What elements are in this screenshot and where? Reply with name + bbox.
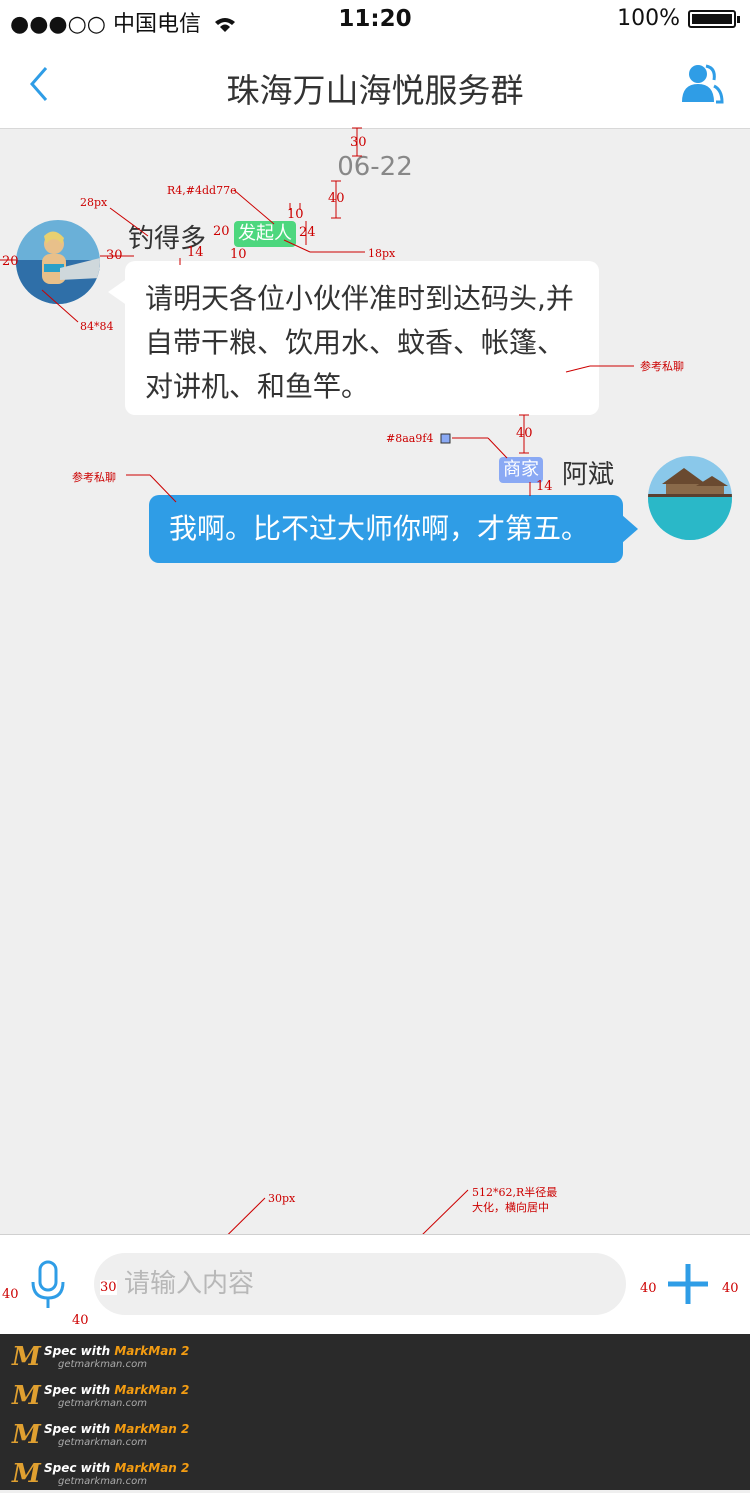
spec-label: 84*84 xyxy=(80,320,114,333)
spec-label: 18px xyxy=(368,247,396,260)
spec-label: 40 xyxy=(2,1287,19,1302)
spec-label: #8aa9f4 xyxy=(386,432,434,445)
markman-logo-icon: M xyxy=(12,1420,41,1450)
plus-icon[interactable] xyxy=(666,1262,710,1306)
spec-label: 20 xyxy=(213,224,230,239)
markman-watermark-strip: M Spec with MarkMan 2 getmarkman.com M S… xyxy=(0,1334,750,1490)
markman-logo-icon: M xyxy=(12,1342,41,1372)
spec-label: 30 xyxy=(106,248,123,263)
spec-label: 参考私聊 xyxy=(640,360,684,373)
spec-label: 24 xyxy=(299,225,316,240)
spec-label: 40 xyxy=(640,1281,657,1296)
message-input[interactable] xyxy=(94,1253,626,1315)
spec-label: R4,#4dd77e xyxy=(167,184,237,197)
markman-logo-icon: M xyxy=(12,1381,41,1411)
spec-label: 40 xyxy=(328,191,345,206)
spec-label: 28px xyxy=(80,196,108,209)
spec-label: 参考私聊 xyxy=(72,471,116,484)
spec-label: 512*62,R半径最 xyxy=(472,1186,558,1199)
spec-label: 10 xyxy=(287,207,304,222)
spec-label: 10 xyxy=(230,247,247,262)
spec-label: 大化，横向居中 xyxy=(472,1201,549,1214)
spec-label: 30 xyxy=(100,1280,117,1295)
spec-label: 40 xyxy=(72,1313,89,1328)
spec-label: 20 xyxy=(2,254,19,269)
spec-label: 14 xyxy=(536,479,553,494)
microphone-icon[interactable] xyxy=(30,1260,66,1310)
spec-label: 30px xyxy=(268,1192,296,1205)
spec-label: 40 xyxy=(722,1281,739,1296)
spec-label: 30 xyxy=(350,135,367,150)
markman-logo-icon: M xyxy=(12,1459,41,1489)
spec-label: 14 xyxy=(187,245,204,260)
spec-label: 40 xyxy=(516,426,533,441)
